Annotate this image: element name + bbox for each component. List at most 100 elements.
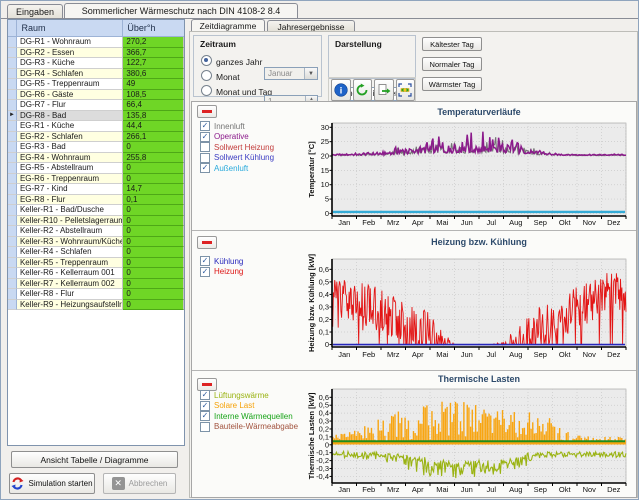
overheat-hours-cell[interactable]: 0 xyxy=(123,300,184,311)
table-row[interactable]: Keller-R8 - Flur0 xyxy=(8,289,184,300)
table-row[interactable]: Keller-R5 - Treppenraum0 xyxy=(8,258,184,269)
normal-day-button[interactable]: Normaler Tag xyxy=(422,57,482,71)
table-row[interactable]: EG-R1 - Küche44,4 xyxy=(8,121,184,132)
room-name-cell[interactable]: EG-R6 - Treppenraum xyxy=(17,174,123,185)
room-name-cell[interactable]: DG-R1 - Wohnraum xyxy=(17,37,123,48)
table-row[interactable]: EG-R5 - Abstellraum0 xyxy=(8,163,184,174)
row-selector[interactable]: ► xyxy=(8,111,17,122)
month-select[interactable]: Januar ▼ xyxy=(264,67,318,80)
radio-icon[interactable] xyxy=(201,70,212,81)
overheat-hours-cell[interactable]: 49 xyxy=(123,79,184,90)
room-name-cell[interactable]: DG-R7 - Flur xyxy=(17,100,123,111)
table-row[interactable]: EG-R3 - Bad0 xyxy=(8,142,184,153)
overheat-hours-cell[interactable]: 380,6 xyxy=(123,69,184,80)
overheat-hours-cell[interactable]: 122,7 xyxy=(123,58,184,69)
overheat-hours-cell[interactable]: 0 xyxy=(123,216,184,227)
tab-zeitdiagramme[interactable]: Zeitdiagramme xyxy=(191,19,265,31)
row-selector[interactable] xyxy=(8,163,17,174)
table-row[interactable]: EG-R8 - Flur0,1 xyxy=(8,195,184,206)
column-header-raum[interactable]: Raum xyxy=(17,20,123,37)
checkbox[interactable]: ✓ xyxy=(200,163,210,173)
fit-scale-button[interactable] xyxy=(396,79,416,101)
row-selector[interactable] xyxy=(8,289,17,300)
radio-option-ganzes-jahr[interactable]: ganzes Jahr xyxy=(201,52,321,67)
row-selector[interactable] xyxy=(8,184,17,195)
overheat-hours-cell[interactable]: 0 xyxy=(123,163,184,174)
collapse-heizung-button[interactable] xyxy=(197,236,217,249)
tab-sommerlicher-waermeschutz[interactable]: Sommerlicher Wärmeschutz nach DIN 4108-2… xyxy=(64,3,298,18)
column-header-ueberh[interactable]: Über°h xyxy=(123,20,184,37)
row-selector[interactable] xyxy=(8,247,17,258)
row-selector[interactable] xyxy=(8,69,17,80)
checkbox[interactable] xyxy=(200,153,210,163)
table-row[interactable]: EG-R2 - Schlafen266,1 xyxy=(8,132,184,143)
row-selector[interactable] xyxy=(8,279,17,290)
row-selector[interactable] xyxy=(8,153,17,164)
table-row[interactable]: DG-R3 - Küche122,7 xyxy=(8,58,184,69)
overheat-hours-cell[interactable]: 266,1 xyxy=(123,132,184,143)
overheat-hours-cell[interactable]: 0 xyxy=(123,247,184,258)
table-row[interactable]: Keller-R4 - Schlafen0 xyxy=(8,247,184,258)
overheat-hours-cell[interactable]: 255,8 xyxy=(123,153,184,164)
room-name-cell[interactable]: EG-R7 - Kind xyxy=(17,184,123,195)
thermische-lasten-chart[interactable]: -0,4-0,3-0,2-0,100,10,20,30,40,50,6JanFe… xyxy=(305,371,635,498)
table-row[interactable]: Keller-R2 - Abstellraum0 xyxy=(8,226,184,237)
overheat-hours-cell[interactable]: 0 xyxy=(123,237,184,248)
table-row[interactable]: Keller-R1 - Bad/Dusche0 xyxy=(8,205,184,216)
room-name-cell[interactable]: Keller-R9 - Heizungsaufstellraum xyxy=(17,300,123,311)
room-name-cell[interactable]: EG-R2 - Schlafen xyxy=(17,132,123,143)
room-name-cell[interactable]: EG-R8 - Flur xyxy=(17,195,123,206)
checkbox[interactable]: ✓ xyxy=(200,132,210,142)
row-selector[interactable] xyxy=(8,226,17,237)
room-name-cell[interactable]: DG-R4 - Schlafen xyxy=(17,69,123,80)
overheat-hours-cell[interactable]: 0 xyxy=(123,289,184,300)
checkbox[interactable]: ✓ xyxy=(200,401,210,411)
table-row[interactable]: DG-R4 - Schlafen380,6 xyxy=(8,69,184,80)
warmest-day-button[interactable]: Wärmster Tag xyxy=(422,77,482,91)
table-row[interactable]: EG-R4 - Wohnraum255,8 xyxy=(8,153,184,164)
row-selector[interactable] xyxy=(8,195,17,206)
heizung-kuehlung-chart[interactable]: 00,10,20,30,40,50,6JanFebMrzAprMaiJunJul… xyxy=(305,231,635,369)
radio-icon[interactable] xyxy=(201,85,212,96)
overheat-hours-cell[interactable]: 0,1 xyxy=(123,195,184,206)
row-selector[interactable] xyxy=(8,79,17,90)
row-selector[interactable] xyxy=(8,90,17,101)
room-name-cell[interactable]: Keller-R1 - Bad/Dusche xyxy=(17,205,123,216)
room-name-cell[interactable]: DG-R6 - Gäste xyxy=(17,90,123,101)
table-row[interactable]: DG-R5 - Treppenraum49 xyxy=(8,79,184,90)
room-name-cell[interactable]: DG-R5 - Treppenraum xyxy=(17,79,123,90)
table-row[interactable]: Keller-R10 - Pelletslagerraum0 xyxy=(8,216,184,227)
row-selector[interactable] xyxy=(8,121,17,132)
room-name-cell[interactable]: EG-R4 - Wohnraum xyxy=(17,153,123,164)
row-selector[interactable] xyxy=(8,268,17,279)
overheat-hours-cell[interactable]: 44,4 xyxy=(123,121,184,132)
overheat-hours-cell[interactable]: 66,4 xyxy=(123,100,184,111)
checkbox[interactable]: ✓ xyxy=(200,390,210,400)
room-name-cell[interactable]: Keller-R3 - Wohnraum/Küche xyxy=(17,237,123,248)
row-selector[interactable] xyxy=(8,142,17,153)
checkbox[interactable] xyxy=(200,142,210,152)
table-row[interactable]: Keller-R6 - Kellerraum 0010 xyxy=(8,268,184,279)
room-name-cell[interactable]: EG-R1 - Küche xyxy=(17,121,123,132)
room-name-cell[interactable]: DG-R2 - Essen xyxy=(17,48,123,59)
month-select-chevron-down-icon[interactable]: ▼ xyxy=(304,68,317,79)
refresh-button[interactable] xyxy=(353,79,373,101)
table-row[interactable]: Keller-R7 - Kellerraum 0020 xyxy=(8,279,184,290)
tab-eingaben[interactable]: Eingaben xyxy=(7,4,63,18)
collapse-temperature-button[interactable] xyxy=(197,105,217,118)
table-row[interactable]: Keller-R9 - Heizungsaufstellraum0 xyxy=(8,300,184,311)
row-selector[interactable] xyxy=(8,258,17,269)
tab-jahresergebnisse[interactable]: Jahresergebnisse xyxy=(267,20,355,31)
table-row[interactable]: EG-R6 - Treppenraum0 xyxy=(8,174,184,185)
row-selector[interactable] xyxy=(8,48,17,59)
row-selector[interactable] xyxy=(8,37,17,48)
room-name-cell[interactable]: Keller-R6 - Kellerraum 001 xyxy=(17,268,123,279)
table-row[interactable]: DG-R2 - Essen366,7 xyxy=(8,48,184,59)
overheat-hours-cell[interactable]: 0 xyxy=(123,174,184,185)
checkbox[interactable]: ✓ xyxy=(200,267,210,277)
room-name-cell[interactable]: DG-R8 - Bad xyxy=(17,111,123,122)
overheat-hours-cell[interactable]: 270,2 xyxy=(123,37,184,48)
overheat-hours-cell[interactable]: 14,7 xyxy=(123,184,184,195)
row-selector[interactable] xyxy=(8,300,17,311)
overheat-hours-cell[interactable]: 0 xyxy=(123,142,184,153)
